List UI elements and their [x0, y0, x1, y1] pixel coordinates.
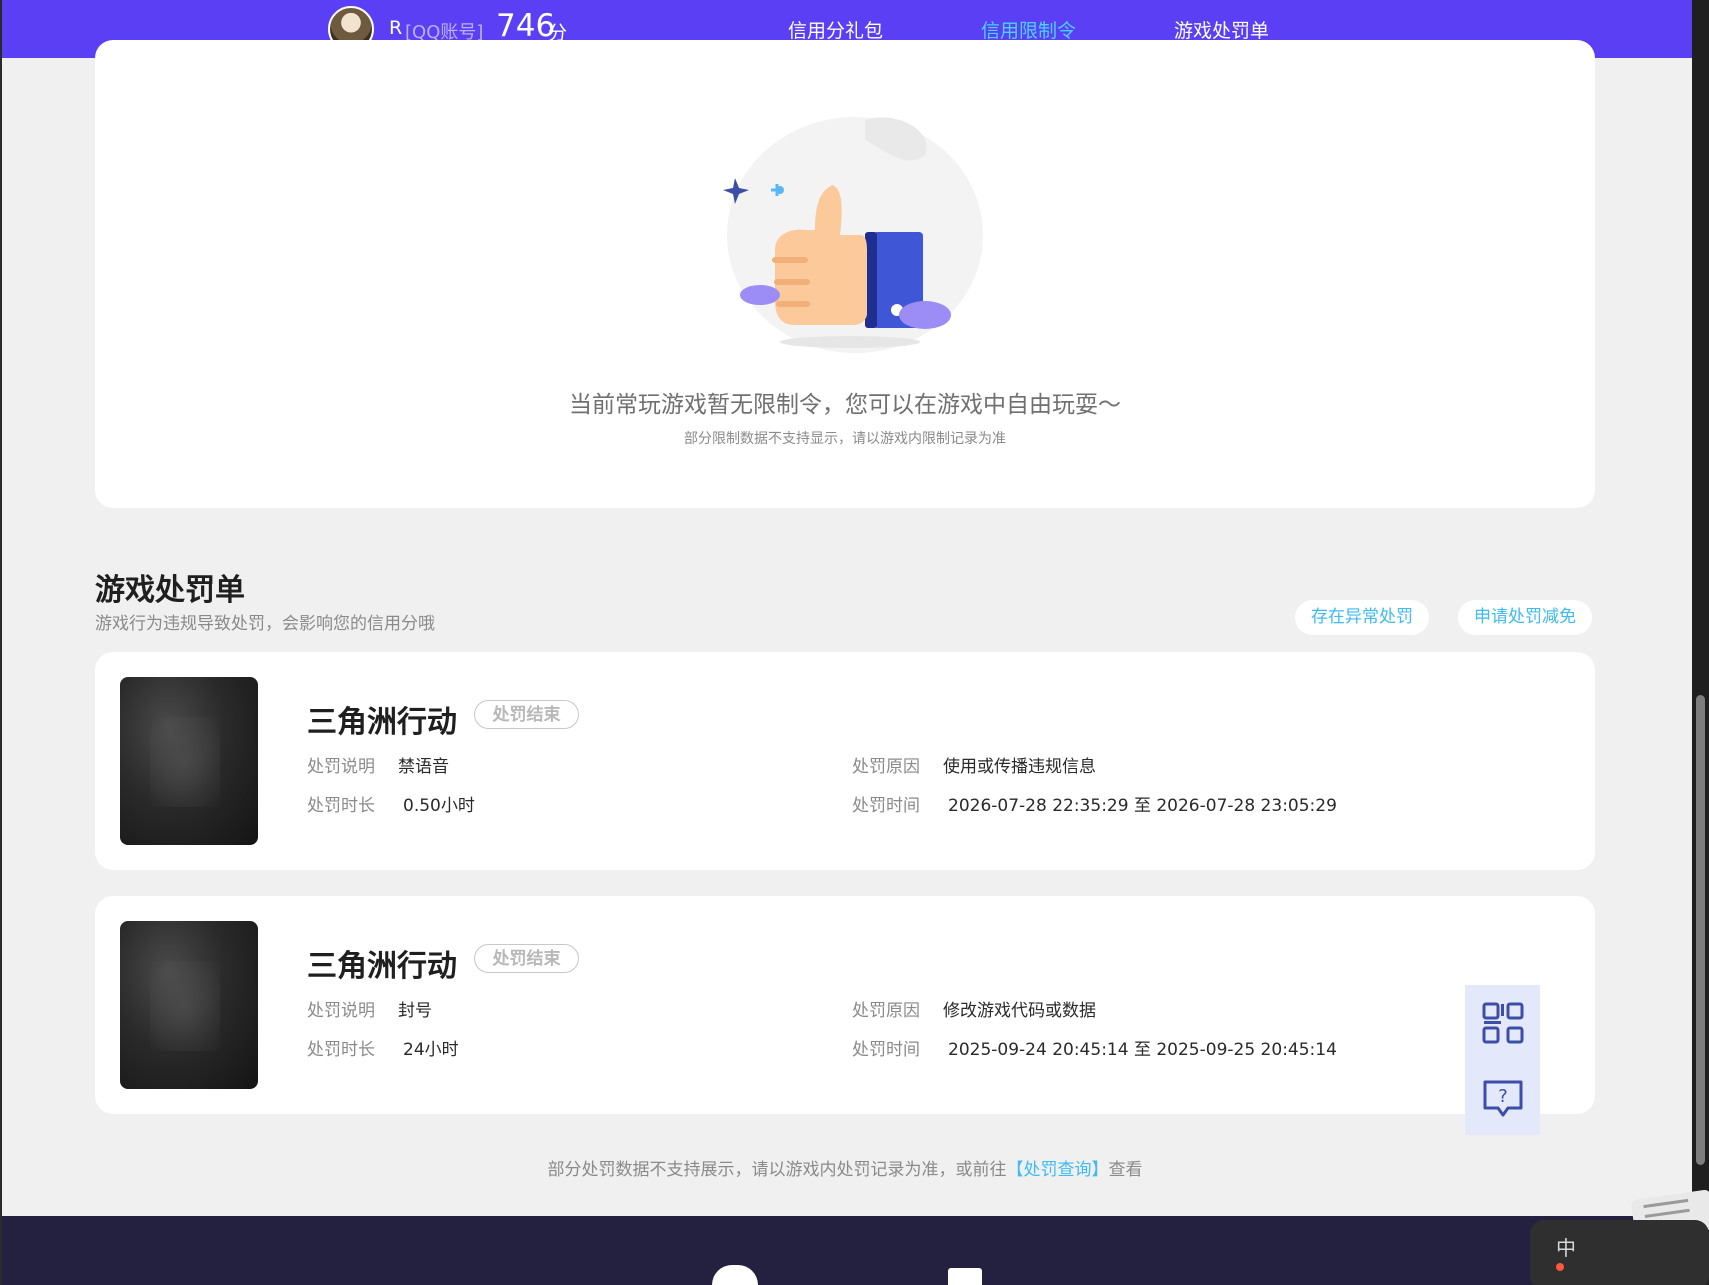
- penalty-reason-value: 使用或传播违规信息: [943, 757, 1096, 777]
- scrollbar-thumb[interactable]: [1696, 695, 1705, 1165]
- penalty-time-label: 处罚时间: [852, 1040, 920, 1060]
- qrcode-button[interactable]: [1465, 985, 1540, 1060]
- game-name: 三角洲行动: [307, 949, 457, 984]
- ime-label: 中: [1556, 1236, 1576, 1260]
- tab-credit-gift[interactable]: 信用分礼包: [788, 16, 883, 43]
- penalty-desc-label: 处罚说明: [307, 1001, 375, 1021]
- user-name: R: [389, 17, 403, 39]
- penalty-desc-value: 封号: [398, 1001, 432, 1021]
- appeal-penalty-button[interactable]: 申请处罚减免: [1458, 600, 1592, 635]
- game-cover-image: [120, 921, 258, 1089]
- penalty-duration-label: 处罚时长: [307, 1040, 375, 1060]
- penalty-duration-value: 0.50小时: [403, 796, 475, 816]
- credit-score-value: 746: [496, 8, 556, 44]
- penalty-desc-value: 禁语音: [398, 757, 449, 777]
- penalty-reason-value: 修改游戏代码或数据: [943, 1001, 1096, 1021]
- footer-app-icon[interactable]: [948, 1268, 982, 1285]
- penalty-query-link[interactable]: 【处罚查询】: [1007, 1160, 1109, 1180]
- svg-text:?: ?: [1498, 1086, 1508, 1107]
- status-badge: 处罚结束: [474, 700, 579, 729]
- status-badge: 处罚结束: [474, 944, 579, 973]
- penalty-desc-label: 处罚说明: [307, 757, 375, 777]
- help-chat-icon: ?: [1483, 1080, 1522, 1116]
- thumbs-up-illustration: [723, 117, 983, 353]
- qrcode-icon: [1482, 1002, 1523, 1043]
- footer-note-text: 部分处罚数据不支持展示，请以游戏内处罚记录为准，或前往: [547, 1160, 1007, 1180]
- abnormal-penalty-button[interactable]: 存在异常处罚: [1295, 600, 1429, 635]
- penalty-section-subtitle: 游戏行为违规导致处罚，会影响您的信用分哦: [95, 614, 435, 634]
- empty-restriction-note: 部分限制数据不支持显示，请以游戏内限制记录为准: [684, 431, 1006, 447]
- penalty-card: 三角洲行动 处罚结束 处罚说明 禁语音 处罚时长 0.50小时 处罚原因 使用或…: [95, 652, 1595, 870]
- window-frame-left: [0, 0, 2, 1285]
- penalty-footer-note: 部分处罚数据不支持展示，请以游戏内处罚记录为准，或前往【处罚查询】查看: [0, 1155, 1690, 1180]
- tab-credit-restriction[interactable]: 信用限制令: [981, 16, 1076, 43]
- penalty-reason-label: 处罚原因: [852, 1001, 920, 1021]
- tab-game-penalty[interactable]: 游戏处罚单: [1174, 16, 1269, 43]
- penalty-reason-label: 处罚原因: [852, 757, 920, 777]
- footer-note-suffix: 查看: [1108, 1160, 1143, 1180]
- penalty-section-title: 游戏处罚单: [95, 573, 245, 608]
- penalty-time-label: 处罚时间: [852, 796, 920, 816]
- ime-icon[interactable]: 中: [1530, 1175, 1709, 1285]
- penalty-time-value: 2026-07-28 22:35:29 至 2026-07-28 23:05:2…: [948, 796, 1337, 816]
- help-button[interactable]: ?: [1465, 1060, 1540, 1135]
- empty-restriction-message: 当前常玩游戏暂无限制令，您可以在游戏中自由玩耍～: [569, 392, 1121, 418]
- penalty-duration-label: 处罚时长: [307, 796, 375, 816]
- game-cover-image: [120, 677, 258, 845]
- penalty-time-value: 2025-09-24 20:45:14 至 2025-09-25 20:45:1…: [948, 1040, 1337, 1060]
- page-footer: [2, 1216, 1692, 1285]
- penalty-card: 三角洲行动 处罚结束 处罚说明 封号 处罚时长 24小时 处罚原因 修改游戏代码…: [95, 896, 1595, 1114]
- game-name: 三角洲行动: [307, 705, 457, 740]
- floating-tools: ?: [1465, 985, 1540, 1135]
- penalty-duration-value: 24小时: [403, 1040, 459, 1060]
